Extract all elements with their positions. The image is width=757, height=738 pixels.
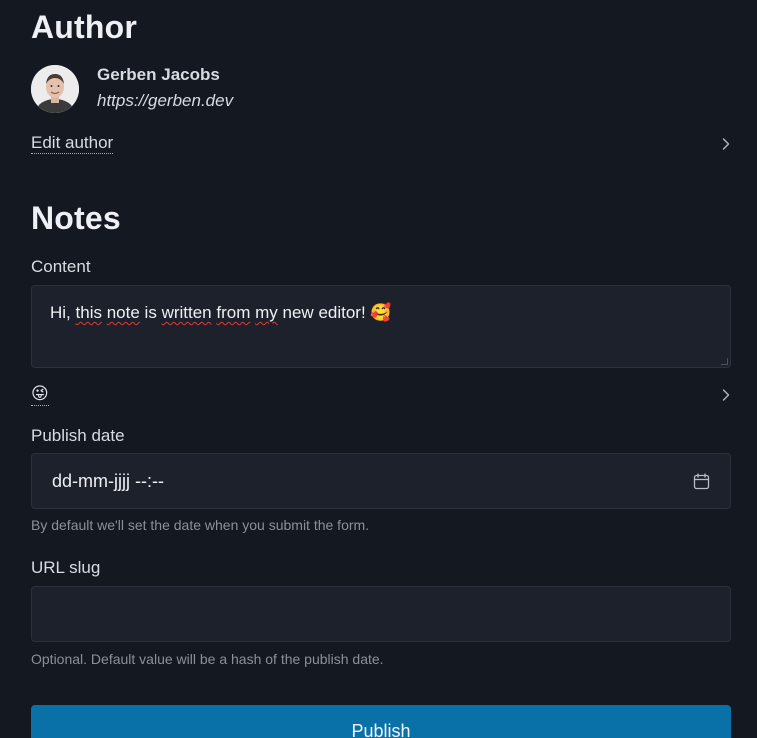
selected-emoji: 😜 [31,384,49,406]
publish-date-label: Publish date [31,426,125,445]
chevron-right-icon [722,389,730,401]
content-word-misspelled: note [106,303,140,322]
notes-section-title: Notes [31,200,121,236]
content-emoji: 🥰 [370,303,392,322]
emoji-picker-toggle[interactable]: 😜 [31,384,731,406]
url-slug-label: URL slug [31,558,101,577]
author-photo [31,65,79,113]
content-word-misspelled: my [255,303,278,322]
content-word-misspelled: written [161,303,212,322]
author-name: Gerben Jacobs [97,65,220,84]
publish-date-placeholder: dd-mm-jjjj --:-- [52,470,164,491]
resize-handle[interactable] [721,358,728,365]
calendar-icon[interactable] [693,472,710,490]
publish-button[interactable]: Publish [31,705,731,738]
author-info: Gerben Jacobs https://gerben.dev [97,64,233,116]
publish-note-form: Author Gerben Jacobs https://gerben.dev … [0,0,757,738]
content-label: Content [31,257,91,276]
content-word-misspelled: this [75,303,102,322]
author-section-title: Author [31,9,138,45]
publish-date-hint: By default we'll set the date when you s… [31,517,370,533]
edit-author-label: Edit author [31,133,114,154]
content-word: is [144,303,157,322]
chevron-right-icon [722,137,730,150]
content-word: Hi, [50,303,71,322]
url-slug-hint: Optional. Default value will be a hash o… [31,651,384,667]
publish-date-input[interactable]: dd-mm-jjjj --:-- [31,453,731,509]
avatar [31,65,79,113]
edit-author-link[interactable]: Edit author [31,133,731,154]
content-word: new [282,303,314,322]
author-url: https://gerben.dev [97,91,234,110]
url-slug-input[interactable] [31,586,731,642]
content-word-misspelled: from [216,303,251,322]
author-card: Gerben Jacobs https://gerben.dev [31,62,233,116]
content-word: editor! [318,303,366,322]
content-textarea[interactable]: Hi, this note is written from my new edi… [31,285,731,368]
